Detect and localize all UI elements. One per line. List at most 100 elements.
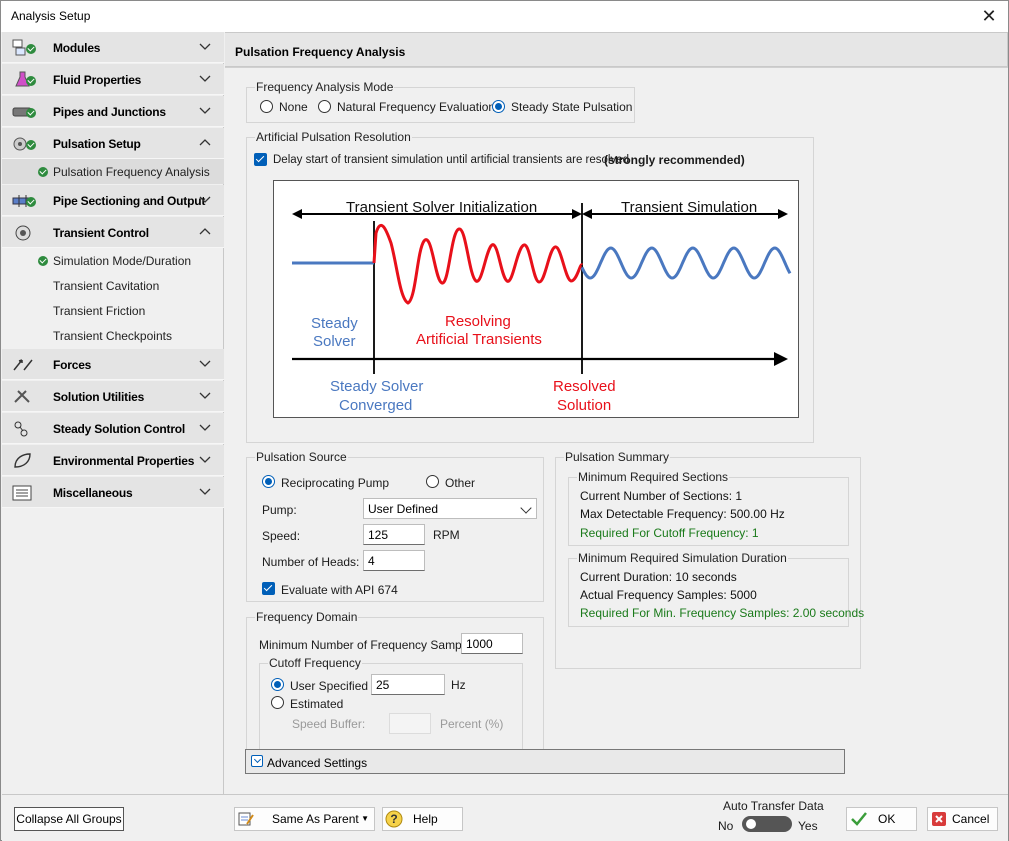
steady-label: Steady <box>311 315 358 332</box>
chevron-up-icon <box>199 228 211 235</box>
number-of-heads-input[interactable]: 4 <box>363 550 425 571</box>
collapse-all-groups-button[interactable]: Collapse All Groups <box>14 807 124 831</box>
same-as-parent-dropdown[interactable]: Same As Parent ▼ <box>234 807 375 831</box>
footer: Collapse All Groups Same As Parent ▼ ? H… <box>2 794 1008 841</box>
solution-label: Solution <box>557 397 612 414</box>
percent-unit-label: Percent (%) <box>440 717 504 731</box>
current-number-of-sections: Current Number of Sections: 1 <box>580 489 743 503</box>
current-duration: Current Duration: 10 seconds <box>580 570 737 584</box>
help-icon: ? <box>385 810 403 828</box>
speed-label: Speed: <box>262 529 301 543</box>
radio-label: User Specified <box>290 679 369 693</box>
speed-buffer-input[interactable] <box>389 713 431 734</box>
sidebar-group-pipe-sectioning-and-output[interactable]: Pipe Sectioning and Output <box>2 185 224 216</box>
close-icon[interactable]: ✕ <box>978 5 1000 27</box>
sidebar-group-steady-solution-control[interactable]: Steady Solution Control <box>2 413 224 444</box>
mode-steady-state-pulsation-radio[interactable] <box>492 100 505 113</box>
checkbox-label: Evaluate with API 674 <box>281 583 398 597</box>
auto-transfer-toggle[interactable] <box>742 816 792 832</box>
chevron-down-icon <box>199 488 211 495</box>
sidebar-item-pulsation-frequency-analysis[interactable]: Pulsation Frequency Analysis <box>2 159 224 184</box>
group-legend: Artificial Pulsation Resolution <box>255 130 412 144</box>
sidebar-group-solution-utilities[interactable]: Solution Utilities <box>2 381 224 412</box>
mode-natural-frequency-radio[interactable] <box>318 100 331 113</box>
advanced-settings-expander[interactable]: Advanced Settings <box>245 749 845 774</box>
radio-label: Natural Frequency Evaluation <box>337 100 496 114</box>
sidebar-group-label: Miscellaneous <box>53 486 133 500</box>
checkbox-label: Delay start of transient simulation unti… <box>273 154 630 166</box>
cancel-button[interactable]: Cancel <box>927 807 998 831</box>
reciprocating-pump-radio[interactable] <box>262 475 275 488</box>
list-icon <box>12 485 32 501</box>
svg-text:?: ? <box>390 812 397 826</box>
sidebar-group-transient-control[interactable]: Transient Control <box>2 217 224 248</box>
steady-solver-converged-label: Steady Solver <box>330 378 424 395</box>
sidebar-group-forces[interactable]: Forces <box>2 349 224 380</box>
sidebar-group-modules[interactable]: Modules <box>2 32 224 63</box>
help-button[interactable]: ? Help <box>382 807 463 831</box>
ok-check-icon <box>38 167 48 177</box>
sidebar-group-pipes-and-junctions[interactable]: Pipes and Junctions <box>2 96 224 127</box>
sidebar-group-miscellaneous[interactable]: Miscellaneous <box>2 477 224 508</box>
number-of-heads-label: Number of Heads: <box>262 555 360 569</box>
sidebar-group-pulsation-setup[interactable]: Pulsation Setup <box>2 128 224 159</box>
sidebar-item-transient-friction[interactable]: Transient Friction <box>2 298 224 323</box>
sidebar-group-environmental-properties[interactable]: Environmental Properties <box>2 445 224 476</box>
radio-label: Other <box>445 476 476 490</box>
speed-input[interactable]: 125 <box>363 524 425 545</box>
required-for-min-frequency-samples: Required For Min. Frequency Samples: 2.0… <box>580 606 865 620</box>
tools-icon <box>14 390 30 403</box>
speed-buffer-label: Speed Buffer: <box>292 717 366 731</box>
mode-none-radio[interactable] <box>260 100 273 113</box>
other-source-radio[interactable] <box>426 475 439 488</box>
sidebar-item-transient-cavitation[interactable]: Transient Cavitation <box>2 273 224 298</box>
notepad-icon <box>238 812 254 826</box>
sidebar-group-label: Transient Control <box>53 226 149 240</box>
ok-button[interactable]: OK <box>846 807 917 831</box>
chevron-down-icon <box>199 43 211 50</box>
delay-transient-checkbox[interactable] <box>254 153 267 166</box>
sidebar-item-simulation-mode-duration[interactable]: Simulation Mode/Duration <box>2 248 224 273</box>
button-label: OK <box>878 812 896 826</box>
sidebar-group-label: Pipe Sectioning and Output <box>53 194 206 208</box>
cutoff-frequency-input[interactable]: 25 <box>371 674 445 695</box>
sidebar-group-label: Pulsation Setup <box>53 137 141 151</box>
ok-check-icon <box>26 197 36 207</box>
title-bar: Analysis Setup ✕ <box>1 1 1008 32</box>
ok-check-icon <box>26 44 36 54</box>
heads-value: 4 <box>368 554 375 568</box>
sidebar-group-label: Environmental Properties <box>53 454 195 468</box>
sidebar-item-transient-checkpoints[interactable]: Transient Checkpoints <box>2 323 224 348</box>
dropdown-arrow-icon: ▼ <box>361 814 369 823</box>
sidebar-group-label: Modules <box>53 41 101 55</box>
user-specified-radio[interactable] <box>271 678 284 691</box>
expand-icon <box>251 755 263 767</box>
sidebar-item-label: Transient Friction <box>53 304 146 318</box>
speed-value: 125 <box>368 528 389 542</box>
sidebar-group-fluid-properties[interactable]: Fluid Properties <box>2 64 224 95</box>
sidebar-item-label: Pulsation Frequency Analysis <box>53 165 210 179</box>
chevron-down-icon <box>199 196 211 203</box>
pump-select[interactable]: User Defined <box>363 498 537 519</box>
sidebar: Modules Fluid Properties Pipes and Junct… <box>2 32 224 794</box>
transient-control-icon <box>15 225 31 241</box>
sidebar-item-label: Transient Checkpoints <box>53 329 172 343</box>
estimated-radio[interactable] <box>271 696 284 709</box>
analysis-setup-window: Analysis Setup ✕ Modules Fluid Propertie… <box>0 0 1009 841</box>
evaluate-api-674-checkbox[interactable] <box>262 582 275 595</box>
min-frequency-samples-input[interactable]: 1000 <box>461 633 523 654</box>
radio-label: None <box>279 100 308 114</box>
pump-select-value: User Defined <box>368 502 439 516</box>
frequency-analysis-mode-group: Frequency Analysis Mode None Natural Fre… <box>246 80 635 123</box>
group-legend: Frequency Analysis Mode <box>255 80 395 94</box>
checkmark-icon <box>851 812 867 826</box>
solver-label: Solver <box>313 333 356 350</box>
toggle-no-label: No <box>718 819 734 833</box>
pump-label: Pump: <box>262 503 297 517</box>
button-label: Help <box>413 812 438 826</box>
resolving-label: Resolving <box>445 313 511 330</box>
chevron-up-icon <box>199 139 211 146</box>
transient-solver-initialization-label: Transient Solver Initialization <box>346 199 538 216</box>
sidebar-group-label: Steady Solution Control <box>53 422 186 436</box>
advanced-settings-label: Advanced Settings <box>267 756 368 770</box>
